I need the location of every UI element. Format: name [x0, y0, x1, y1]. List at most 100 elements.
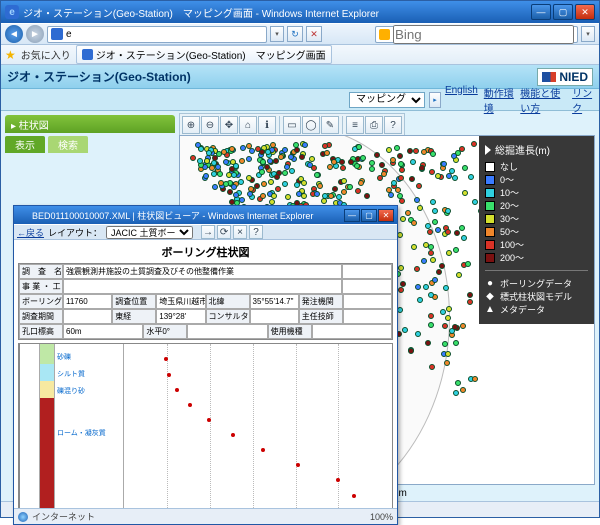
- boring-point[interactable]: [442, 341, 448, 347]
- search-input[interactable]: [393, 25, 574, 44]
- boring-point[interactable]: [301, 180, 307, 186]
- mode-go-button[interactable]: ▸: [429, 92, 441, 108]
- boring-point[interactable]: [369, 160, 375, 166]
- header-link[interactable]: 機能と使い方: [520, 85, 566, 115]
- boring-point[interactable]: [415, 331, 421, 337]
- boring-point[interactable]: [395, 187, 401, 193]
- boring-point[interactable]: [402, 327, 408, 333]
- boring-point[interactable]: [379, 162, 385, 168]
- boring-point[interactable]: [324, 150, 330, 156]
- popup-tool-button[interactable]: ⟳: [217, 225, 231, 239]
- mode-select[interactable]: マッピング: [349, 92, 425, 108]
- address-bar[interactable]: [47, 26, 267, 43]
- boring-point[interactable]: [429, 169, 435, 175]
- star-icon[interactable]: ★: [5, 48, 16, 62]
- boring-point[interactable]: [229, 146, 235, 152]
- boring-point[interactable]: [430, 199, 436, 205]
- boring-point[interactable]: [381, 171, 387, 177]
- boring-point[interactable]: [453, 390, 459, 396]
- boring-point[interactable]: [211, 160, 217, 166]
- boring-point[interactable]: [314, 172, 320, 178]
- boring-point[interactable]: [453, 340, 459, 346]
- boring-point[interactable]: [227, 189, 233, 195]
- boring-point[interactable]: [231, 172, 237, 178]
- layout-select[interactable]: JACIC 土質ボー: [106, 226, 193, 239]
- search-dropdown[interactable]: ▾: [581, 26, 595, 42]
- boring-point[interactable]: [328, 193, 334, 199]
- boring-point[interactable]: [246, 156, 252, 162]
- boring-point[interactable]: [430, 151, 436, 157]
- boring-point[interactable]: [233, 163, 239, 169]
- boring-point[interactable]: [360, 155, 366, 161]
- info-button[interactable]: ℹ: [258, 116, 276, 134]
- boring-point[interactable]: [445, 315, 451, 321]
- boring-point[interactable]: [467, 292, 473, 298]
- boring-point[interactable]: [260, 159, 266, 165]
- boring-point[interactable]: [400, 216, 406, 222]
- favorites-label[interactable]: お気に入り: [21, 47, 71, 62]
- boring-point[interactable]: [459, 146, 465, 152]
- boring-point[interactable]: [428, 292, 434, 298]
- forward-button[interactable]: ►: [26, 25, 44, 43]
- boring-point[interactable]: [425, 223, 431, 229]
- sidebar-panel-header[interactable]: ▸ 柱状図: [5, 115, 175, 133]
- boring-point[interactable]: [294, 182, 300, 188]
- boring-point[interactable]: [274, 174, 280, 180]
- zoom-out-button[interactable]: ⊖: [201, 116, 219, 134]
- boring-point[interactable]: [414, 197, 420, 203]
- boring-point[interactable]: [369, 166, 375, 172]
- boring-point[interactable]: [278, 154, 284, 160]
- boring-point[interactable]: [423, 242, 429, 248]
- boring-point[interactable]: [460, 323, 466, 329]
- boring-point[interactable]: [399, 198, 405, 204]
- boring-point[interactable]: [436, 269, 442, 275]
- boring-point[interactable]: [408, 348, 414, 354]
- boring-point[interactable]: [386, 147, 392, 153]
- boring-point[interactable]: [358, 180, 364, 186]
- boring-point[interactable]: [471, 141, 477, 147]
- boring-point[interactable]: [413, 148, 419, 154]
- refresh-button[interactable]: ↻: [287, 26, 303, 42]
- boring-point[interactable]: [459, 225, 465, 231]
- boring-point[interactable]: [394, 145, 400, 151]
- boring-point[interactable]: [445, 351, 451, 357]
- boring-point[interactable]: [468, 174, 474, 180]
- boring-point[interactable]: [429, 364, 435, 370]
- boring-point[interactable]: [455, 380, 461, 386]
- boring-point[interactable]: [390, 157, 396, 163]
- boring-point[interactable]: [270, 142, 276, 148]
- boring-point[interactable]: [409, 176, 415, 182]
- boring-point[interactable]: [314, 191, 320, 197]
- maximize-button[interactable]: ▢: [553, 4, 573, 20]
- select-rect-button[interactable]: ▭: [283, 116, 301, 134]
- boring-point[interactable]: [317, 183, 323, 189]
- full-extent-button[interactable]: ⌂: [239, 116, 257, 134]
- boring-point[interactable]: [407, 148, 413, 154]
- boring-point[interactable]: [397, 153, 403, 159]
- boring-point[interactable]: [388, 192, 394, 198]
- boring-point[interactable]: [204, 158, 210, 164]
- boring-point[interactable]: [423, 284, 429, 290]
- back-button[interactable]: ◄: [5, 25, 23, 43]
- boring-point[interactable]: [421, 149, 427, 155]
- boring-point[interactable]: [435, 173, 441, 179]
- popup-minimize-button[interactable]: —: [344, 209, 360, 222]
- boring-point[interactable]: [432, 219, 438, 225]
- boring-point[interactable]: [435, 227, 441, 233]
- boring-point[interactable]: [442, 323, 448, 329]
- boring-point[interactable]: [261, 181, 267, 187]
- legend-collapse-icon[interactable]: [485, 145, 491, 155]
- boring-point[interactable]: [355, 188, 361, 194]
- popup-back-link[interactable]: ←戻る: [17, 226, 44, 239]
- boring-point[interactable]: [462, 165, 468, 171]
- boring-point[interactable]: [453, 247, 459, 253]
- boring-point[interactable]: [441, 161, 447, 167]
- popup-tool-button[interactable]: ×: [233, 225, 247, 239]
- boring-point[interactable]: [259, 149, 265, 155]
- boring-point[interactable]: [275, 186, 281, 192]
- boring-point[interactable]: [285, 194, 291, 200]
- popup-tool-button[interactable]: →: [201, 225, 215, 239]
- boring-point[interactable]: [410, 159, 416, 165]
- boring-point[interactable]: [399, 167, 405, 173]
- boring-point[interactable]: [462, 190, 468, 196]
